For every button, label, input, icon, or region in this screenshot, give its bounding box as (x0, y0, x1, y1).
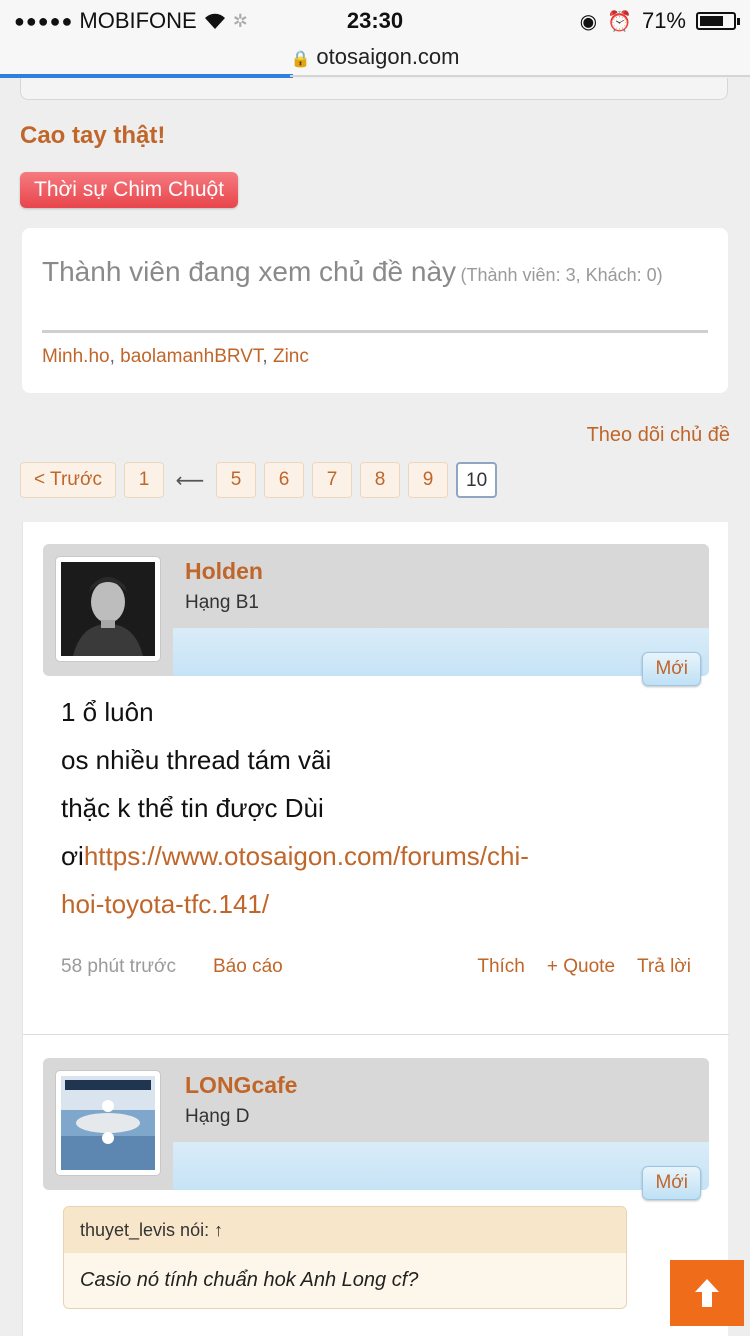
post-username[interactable]: LONGcafe (185, 1072, 297, 1099)
breadcrumb (20, 78, 728, 100)
post-divider (23, 1034, 729, 1035)
page-link[interactable]: 8 (360, 462, 400, 498)
status-bar: ●●●●● MOBIFONE ✲ 23:30 ◉ ⏰ 71% (0, 0, 750, 44)
post-line: ơihttps://www.otosaigon.com/forums/chi- (61, 832, 691, 880)
post-line: hoi-toyota-tfc.141/ (61, 880, 691, 928)
avatar-image (61, 1076, 155, 1170)
user-rank: Hạng B1 (185, 592, 259, 613)
viewers-count: (Thành viên: 3, Khách: 0) (460, 265, 663, 285)
post-author-header: LONGcafe Hạng D (43, 1058, 709, 1190)
post-username[interactable]: Holden (185, 558, 263, 585)
post-line: os nhiều thread tám vãi (61, 745, 332, 775)
viewer-link[interactable]: Minh.ho (42, 346, 110, 367)
quote-block: thuyet_levis nói: ↑ Casio nó tính chuẩn … (63, 1206, 627, 1309)
pagination: < Trước 1 ⟵ 5 6 7 8 9 10 (20, 462, 498, 498)
arrow-up-icon (695, 1279, 719, 1307)
new-badge: Mới (642, 652, 701, 686)
avatar-image (61, 562, 155, 656)
author-info-band (173, 628, 709, 676)
alarm-icon: ⏰ (607, 10, 632, 33)
post-list: Holden Hạng B1 Mới 1 ổ luôn os nhiều thr… (22, 522, 729, 1336)
like-button[interactable]: Thích (477, 956, 525, 978)
author-info-band (173, 1142, 709, 1190)
quote-button[interactable]: + Quote (547, 956, 615, 978)
post-author-header: Holden Hạng B1 (43, 544, 709, 676)
lock-icon: 🔒 (290, 51, 311, 68)
thread-tag[interactable]: Thời sự Chim Chuột (20, 172, 239, 208)
post: Holden Hạng B1 Mới 1 ổ luôn os nhiều thr… (43, 544, 709, 992)
post: LONGcafe Hạng D Mới thuyet_levis nói: ↑ … (43, 1058, 709, 1309)
post-footer: 58 phút trước Báo cáo Thích + Quote Trả … (43, 948, 709, 992)
page-link[interactable]: 9 (408, 462, 448, 498)
page-load-track (290, 75, 750, 77)
list-separator: , (262, 346, 268, 367)
page-link[interactable]: 7 (312, 462, 352, 498)
viewers-heading: Thành viên đang xem chủ đề này (Thành vi… (42, 250, 702, 299)
current-page[interactable]: 10 (456, 462, 498, 498)
post-line: 1 ổ luôn (61, 697, 154, 727)
post-text: ơi (61, 841, 84, 871)
page-link[interactable]: 1 (124, 462, 164, 498)
quote-text: Casio nó tính chuẩn hok Anh Long cf? (80, 1269, 419, 1291)
new-badge: Mới (642, 1166, 701, 1200)
divider (42, 330, 708, 333)
battery-percent: 71% (641, 8, 686, 33)
post-link[interactable]: hoi-toyota-tfc.141/ (61, 889, 269, 919)
scroll-to-top-button[interactable] (670, 1260, 744, 1326)
post-time[interactable]: 58 phút trước (61, 956, 176, 978)
reply-button[interactable]: Trả lời (637, 956, 691, 978)
list-separator: , (109, 346, 115, 367)
url-text: otosaigon.com (316, 44, 460, 69)
viewer-link[interactable]: Zinc (273, 346, 309, 367)
page-link[interactable]: 6 (264, 462, 304, 498)
quote-author[interactable]: thuyet_levis nói: ↑ (64, 1207, 626, 1253)
report-link[interactable]: Báo cáo (213, 956, 283, 978)
address-bar[interactable]: 🔒 otosaigon.com (0, 44, 750, 76)
page-jump-icon[interactable]: ⟵ (172, 468, 208, 493)
author-info: LONGcafe Hạng D (173, 1058, 709, 1142)
viewer-list: Minh.ho, baolamanhBRVT, Zinc (42, 346, 309, 368)
rotation-lock-icon: ◉ (579, 10, 598, 33)
viewer-link[interactable]: baolamanhBRVT (120, 346, 262, 367)
battery-icon (696, 12, 740, 30)
thread-title: Cao tay thật! (20, 122, 166, 149)
post-line: thặc k thể tin được Dùi (61, 793, 324, 823)
post-body: 1 ổ luôn os nhiều thread tám vãi thặc k … (43, 676, 709, 928)
viewers-title: Thành viên đang xem chủ đề này (42, 256, 457, 287)
prev-page-button[interactable]: < Trước (20, 462, 116, 498)
post-link[interactable]: https://www.otosaigon.com/forums/chi- (84, 841, 529, 871)
avatar[interactable] (55, 1070, 161, 1176)
thread-viewers-box: Thành viên đang xem chủ đề này (Thành vi… (22, 228, 728, 393)
page-link[interactable]: 5 (216, 462, 256, 498)
post-actions: Thích + Quote Trả lời (477, 956, 691, 978)
author-info: Holden Hạng B1 (173, 544, 709, 628)
follow-thread-link[interactable]: Theo dõi chủ đề (587, 424, 730, 447)
avatar[interactable] (55, 556, 161, 662)
user-rank: Hạng D (185, 1106, 250, 1127)
